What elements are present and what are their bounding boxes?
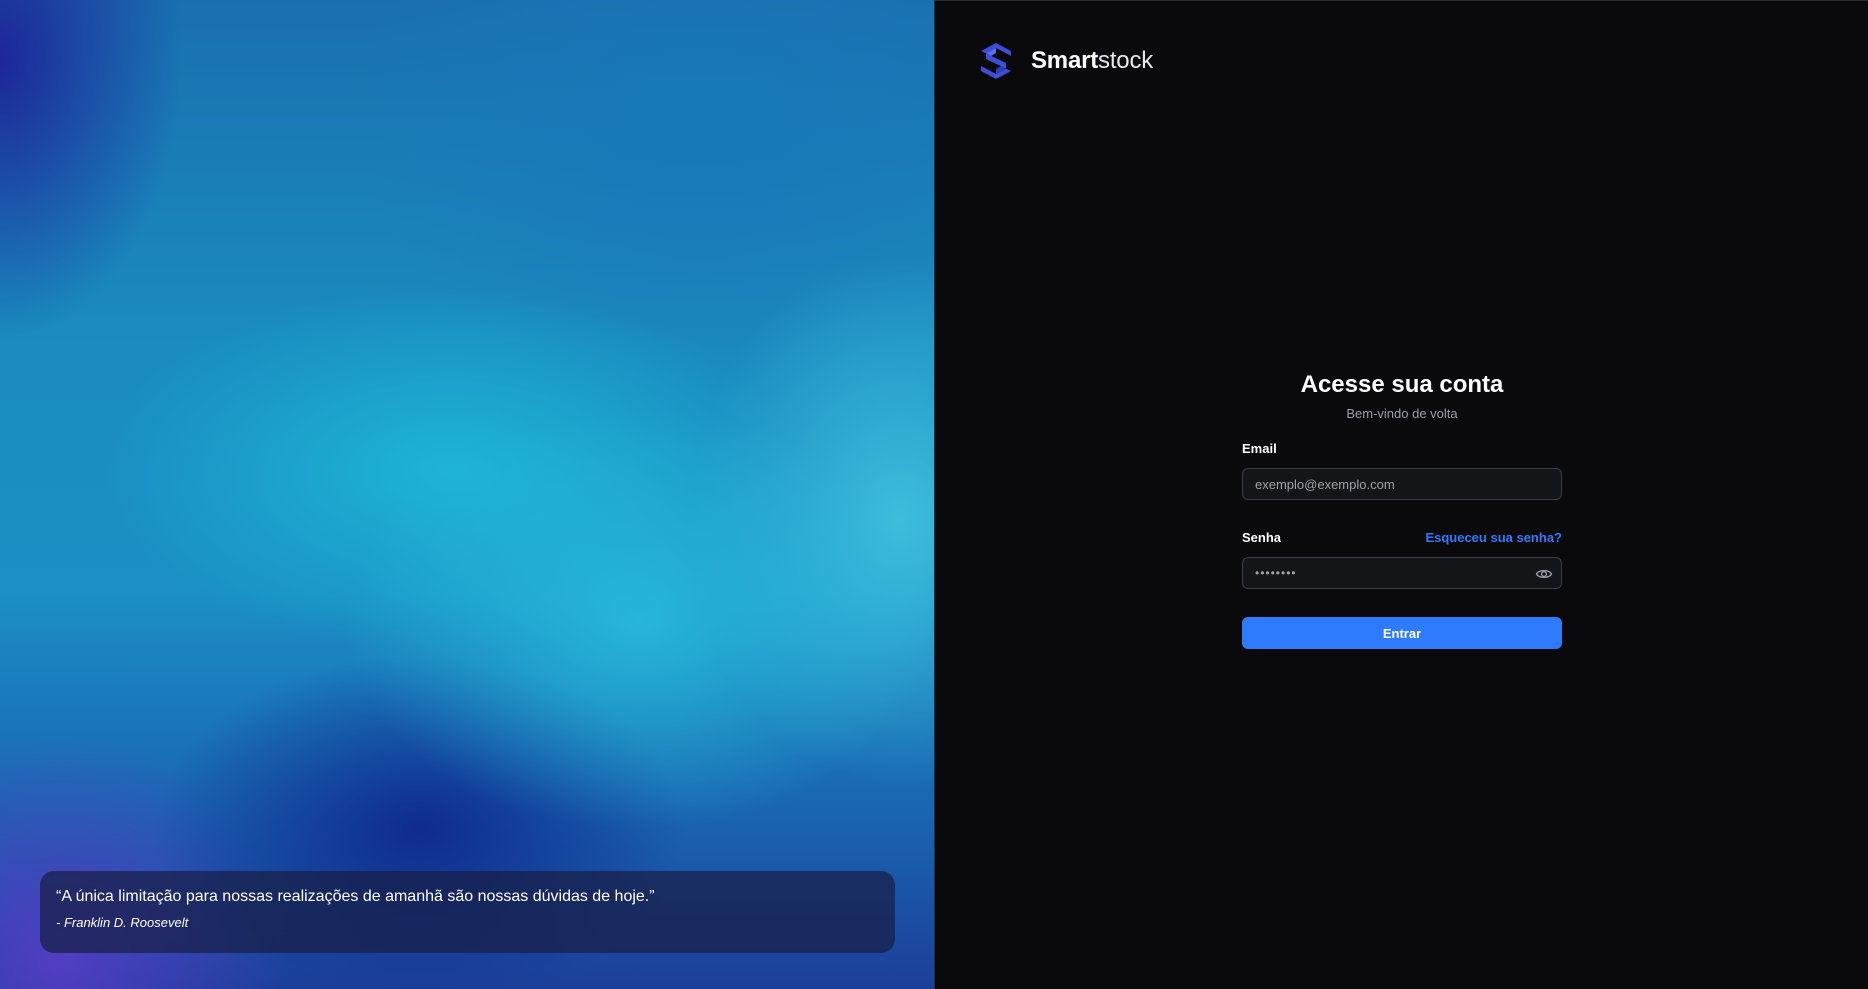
password-label: Senha: [1242, 530, 1282, 545]
hero-background: “A única limitação para nossas realizaçõ…: [0, 0, 935, 989]
brand-name-light: stock: [1098, 47, 1154, 74]
smartstock-logo-icon: [981, 43, 1011, 79]
password-input[interactable]: [1243, 558, 1561, 588]
brand-name: Smartstock: [1031, 47, 1153, 75]
login-panel: Smartstock Acesse sua conta Bem-vindo de…: [935, 0, 1868, 989]
login-page: “A única limitação para nossas realizaçõ…: [0, 0, 1868, 989]
quote-author: - Franklin D. Roosevelt: [56, 915, 189, 930]
forgot-password-link[interactable]: Esqueceu sua senha?: [1425, 530, 1562, 545]
page-title: Acesse sua conta: [1300, 371, 1504, 398]
login-form: Acesse sua conta Bem-vindo de volta Emai…: [1242, 370, 1562, 649]
page-subtitle: Bem-vindo de volta: [1346, 406, 1458, 421]
login-submit-button[interactable]: Entrar: [1242, 617, 1562, 649]
quote-card: “A única limitação para nossas realizaçõ…: [40, 871, 895, 953]
eye-icon[interactable]: [1535, 565, 1553, 583]
email-label: Email: [1242, 441, 1277, 456]
email-input-wrapper: [1242, 468, 1562, 500]
quote-text: “A única limitação para nossas realizaçõ…: [56, 888, 655, 905]
brand-name-bold: Smart: [1031, 47, 1099, 74]
password-label-row: Senha Esqueceu sua senha?: [1242, 530, 1562, 545]
email-input[interactable]: [1243, 469, 1561, 499]
password-input-wrapper: [1242, 557, 1562, 589]
brand: Smartstock: [977, 42, 1153, 80]
